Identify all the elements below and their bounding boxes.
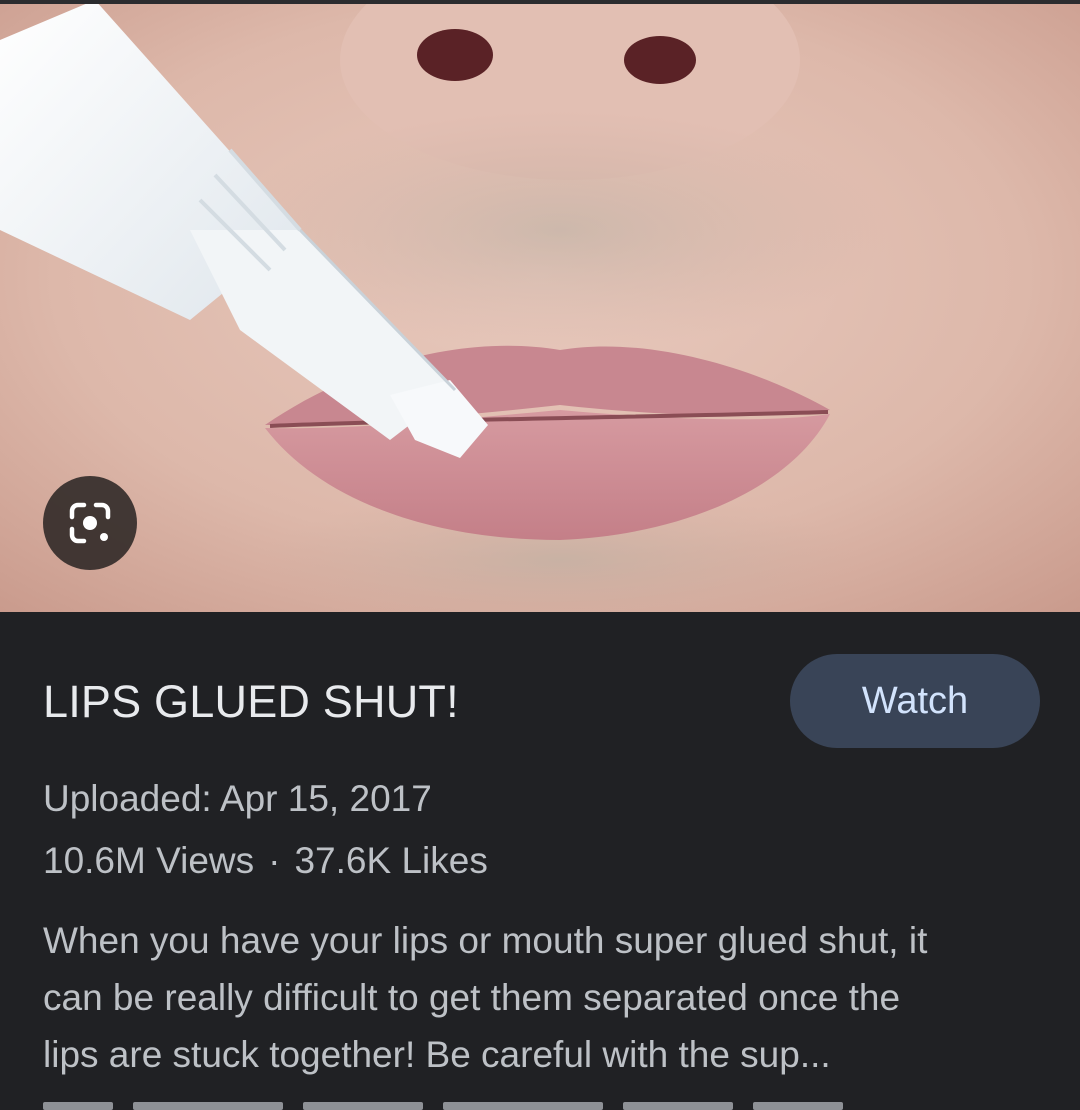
video-stats: 10.6M Views · 37.6K Likes [43, 840, 488, 882]
description-line: When you have your lips or mouth super g… [43, 920, 928, 961]
meta-separator: · [268, 840, 281, 881]
google-lens-icon [66, 499, 114, 547]
view-count: 10.6M Views [43, 840, 255, 881]
video-thumbnail[interactable] [0, 0, 1080, 612]
video-result-card: LIPS GLUED SHUT! Watch Uploaded: Apr 15,… [0, 0, 1080, 1110]
description-line: lips are stuck together! Be careful with… [43, 1034, 831, 1075]
thumbnail-image [0, 0, 1080, 612]
upload-date: Uploaded: Apr 15, 2017 [43, 778, 432, 819]
watch-button[interactable]: Watch [790, 654, 1040, 748]
next-line-peek [43, 1102, 843, 1110]
like-count: 37.6K Likes [294, 840, 488, 881]
title-row: LIPS GLUED SHUT! Watch [43, 654, 1040, 748]
top-divider [0, 0, 1080, 4]
video-title[interactable]: LIPS GLUED SHUT! [43, 676, 459, 728]
lens-search-button[interactable] [43, 476, 137, 570]
description-line: can be really difficult to get them sepa… [43, 977, 901, 1018]
video-description: When you have your lips or mouth super g… [43, 912, 1033, 1083]
